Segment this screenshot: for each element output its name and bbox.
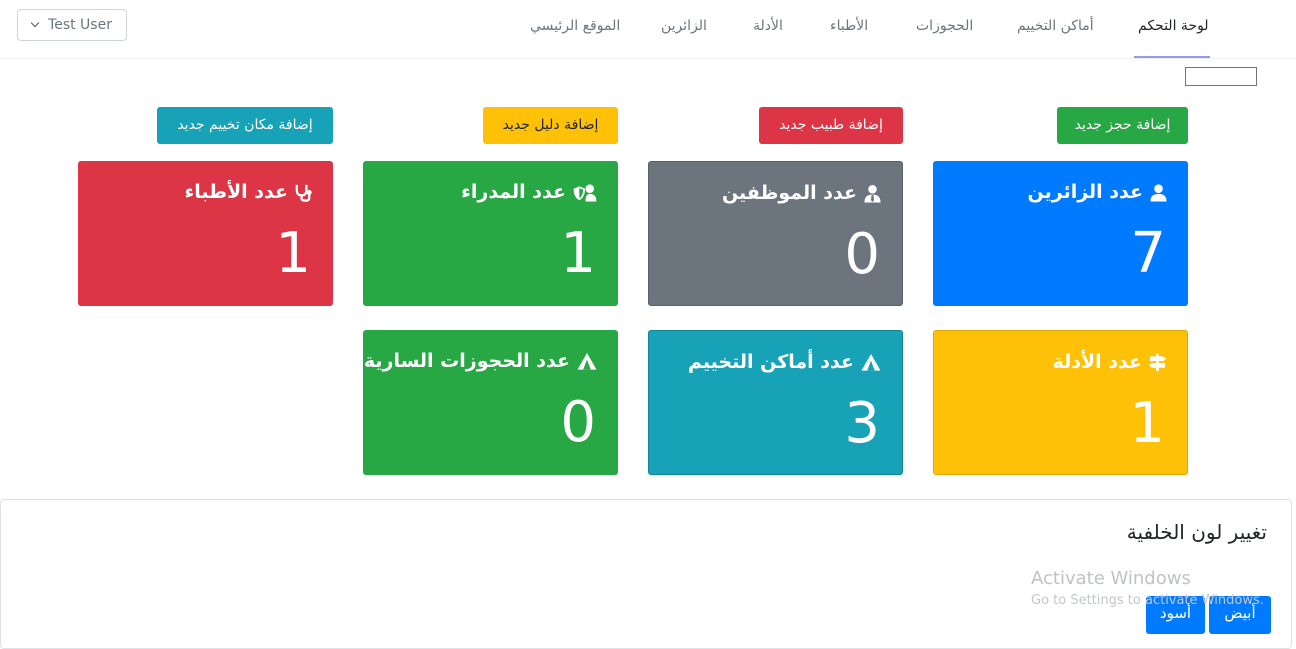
camps-count: 3 [844,391,880,456]
camps-label: عدد أماكن التخييم [688,351,854,373]
visitors-card: عدد الزائرين 7 [933,161,1188,306]
active-bookings-label: عدد الحجوزات السارية [363,350,570,372]
stethoscope-icon [295,184,312,202]
visitors-label: عدد الزائرين [1027,181,1143,203]
employees-card: عدد الموظفين 0 [648,161,903,306]
nav-main-site[interactable]: الموقع الرئيسي [530,0,620,58]
active-bookings-count: 0 [560,390,596,455]
doctors-count: 1 [275,221,311,286]
nav-bookings[interactable]: الحجوزات [916,0,973,58]
nav-doctors[interactable]: الأطباء [830,0,868,58]
user-name: Test User [48,17,112,33]
add-booking-button[interactable]: إضافة حجز جديد [1057,107,1188,144]
nav-dashboard[interactable]: لوحة التحكم [1138,0,1209,58]
user-shield-icon [573,183,597,202]
top-navbar: لوحة التحكم أماكن التخييم الحجوزات الأطب… [0,0,1296,59]
tent-icon [577,352,597,370]
active-bookings-card: عدد الحجوزات السارية 0 [363,330,618,475]
add-doctor-button[interactable]: إضافة طبيب جديد [759,107,903,144]
employees-count: 0 [844,222,880,287]
managers-label: عدد المدراء [461,181,566,203]
guides-card: عدد الأدلة 1 [933,330,1188,475]
doctors-card: عدد الأطباء 1 [78,161,333,306]
signs-icon [1148,353,1167,371]
add-guide-button[interactable]: إضافة دليل جديد [483,107,618,144]
guides-count: 1 [1129,391,1165,456]
managers-card: عدد المدراء 1 [363,161,618,306]
user-menu-button[interactable]: Test User [17,9,127,41]
background-panel-title: تغيير لون الخلفية [1126,520,1267,544]
active-tab-indicator [1134,56,1210,58]
guides-label: عدد الأدلة [1052,351,1142,373]
windows-activation-subtitle: Go to Settings to activate Windows. [1031,593,1264,608]
doctors-label: عدد الأطباء [184,181,288,203]
nav-camps[interactable]: أماكن التخييم [1017,0,1094,58]
add-camp-button[interactable]: إضافة مكان تخييم جديد [157,107,333,144]
employees-label: عدد الموظفين [721,182,857,204]
chevron-down-icon [30,18,40,28]
visitors-count: 7 [1130,221,1166,286]
color-picker-input[interactable] [1185,67,1257,86]
user-tie-icon [864,184,881,203]
nav-visitors[interactable]: الزائرين [661,0,707,58]
camps-card: عدد أماكن التخييم 3 [648,330,903,475]
tent-icon [861,353,881,371]
user-icon [1150,183,1167,202]
windows-activation-title: Activate Windows [1031,568,1191,589]
managers-count: 1 [560,221,596,286]
nav-guides[interactable]: الأدلة [753,0,783,58]
